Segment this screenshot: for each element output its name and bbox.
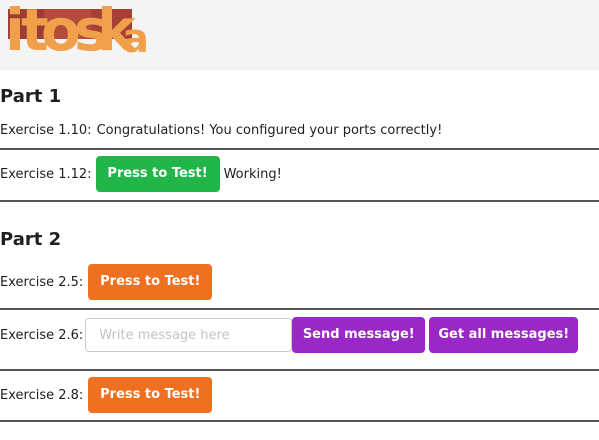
press-to-test-button[interactable]: Press to Test! <box>88 264 213 300</box>
exercise-label: Exercise 1.12: <box>0 166 92 182</box>
exercise-label: Exercise 1.10: <box>0 122 92 138</box>
press-to-test-button[interactable]: Press to Test! <box>95 156 220 192</box>
logo-letter: a <box>122 16 149 62</box>
exercise-message: Congratulations! You configured your por… <box>96 122 443 138</box>
itoska-logo: i t o s k a <box>5 1 149 63</box>
press-to-test-button[interactable]: Press to Test! <box>88 377 213 413</box>
part-1-heading: Part 1 <box>0 86 62 107</box>
status-text: Working! <box>223 166 282 182</box>
header-bar: i t o s k a <box>0 0 599 70</box>
exercise-2-6-row: Exercise 2.6: Send message! Get all mess… <box>0 317 599 353</box>
exercise-2-8-row: Exercise 2.8: Press to Test! <box>0 377 599 413</box>
exercise-label: Exercise 2.8: <box>0 387 84 403</box>
send-message-button[interactable]: Send message! <box>292 317 426 353</box>
divider <box>0 148 599 150</box>
get-all-messages-button[interactable]: Get all messages! <box>429 317 579 353</box>
divider <box>0 308 599 310</box>
divider <box>0 420 599 422</box>
exercise-label: Exercise 2.6: <box>0 327 84 343</box>
exercise-1-12-row: Exercise 1.12: Press to Test! Working! <box>0 156 599 192</box>
message-input[interactable] <box>85 318 293 352</box>
exercise-2-5-row: Exercise 2.5: Press to Test! <box>0 264 599 300</box>
divider <box>0 369 599 371</box>
divider <box>0 200 599 202</box>
exercise-label: Exercise 2.5: <box>0 274 84 290</box>
logo-lettering: i t o s k a <box>5 1 149 63</box>
exercise-1-10-row: Exercise 1.10: Congratulations! You conf… <box>0 121 599 139</box>
part-2-heading: Part 2 <box>0 229 62 250</box>
